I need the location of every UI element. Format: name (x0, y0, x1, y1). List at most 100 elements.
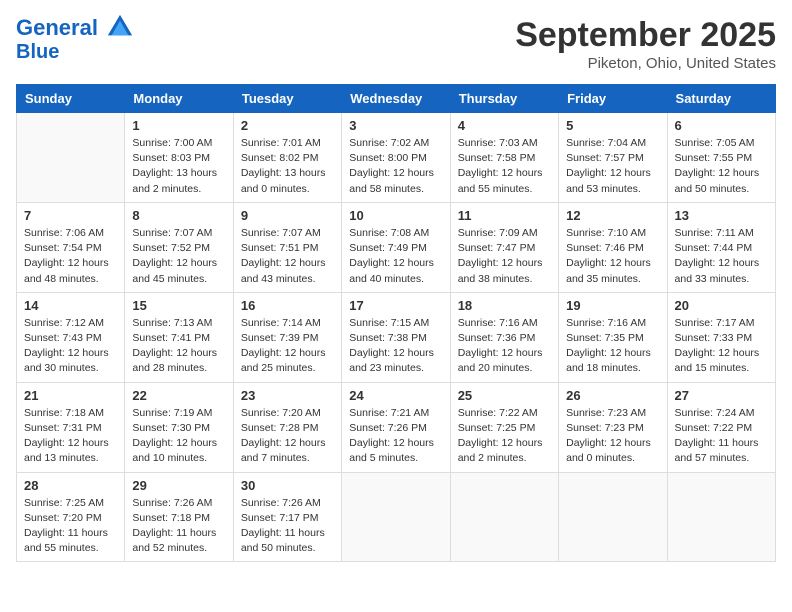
week-row-5: 28 Sunrise: 7:25 AMSunset: 7:20 PMDayligh… (17, 472, 776, 562)
day-number: 10 (349, 208, 442, 223)
day-info: Sunrise: 7:13 AMSunset: 7:41 PMDaylight:… (132, 316, 225, 377)
day-number: 22 (132, 388, 225, 403)
calendar-cell: 30Sunrise: 7:26 AMSunset: 7:17 PMDayligh… (233, 472, 341, 562)
weekday-header-row: SundayMondayTuesdayWednesdayThursdayFrid… (17, 85, 776, 113)
day-number: 14 (24, 298, 117, 313)
day-info: Sunrise: 7:01 AMSunset: 8:02 PMDaylight:… (241, 136, 334, 197)
calendar-cell: 28 Sunrise: 7:25 AMSunset: 7:20 PMDayligh… (17, 472, 125, 562)
day-info: Sunrise: 7:21 AMSunset: 7:26 PMDaylight:… (349, 406, 442, 467)
week-row-2: 7 Sunrise: 7:06 AMSunset: 7:54 PMDaylight… (17, 202, 776, 292)
day-info: Sunrise: 7:16 AMSunset: 7:35 PMDaylight:… (566, 316, 659, 377)
day-number: 3 (349, 118, 442, 133)
day-number: 1 (132, 118, 225, 133)
day-info: Sunrise: 7:19 AMSunset: 7:30 PMDaylight:… (132, 406, 225, 467)
day-number: 16 (241, 298, 334, 313)
calendar-cell: 25 Sunrise: 7:22 AMSunset: 7:25 PMDayligh… (450, 382, 558, 472)
day-number: 25 (458, 388, 551, 403)
calendar-cell: 11 Sunrise: 7:09 AMSunset: 7:47 PMDayligh… (450, 202, 558, 292)
calendar: SundayMondayTuesdayWednesdayThursdayFrid… (16, 84, 776, 562)
calendar-cell: 1 Sunrise: 7:00 AMSunset: 8:03 PMDaylight… (125, 113, 233, 203)
week-row-4: 21 Sunrise: 7:18 AMSunset: 7:31 PMDayligh… (17, 382, 776, 472)
day-number: 9 (241, 208, 334, 223)
calendar-cell: 23 Sunrise: 7:20 AMSunset: 7:28 PMDayligh… (233, 382, 341, 472)
calendar-cell (667, 472, 775, 562)
day-info: Sunrise: 7:03 AMSunset: 7:58 PMDaylight:… (458, 136, 551, 197)
day-number: 8 (132, 208, 225, 223)
day-number: 29 (132, 478, 225, 493)
calendar-cell: 17 Sunrise: 7:15 AMSunset: 7:38 PMDayligh… (342, 292, 450, 382)
month-title: September 2025 (515, 16, 776, 55)
day-info: Sunrise: 7:15 AMSunset: 7:38 PMDaylight:… (349, 316, 442, 377)
day-info: Sunrise: 7:18 AMSunset: 7:31 PMDaylight:… (24, 406, 117, 467)
day-info: Sunrise: 7:09 AMSunset: 7:47 PMDaylight:… (458, 226, 551, 287)
weekday-header-saturday: Saturday (667, 85, 775, 113)
day-number: 27 (675, 388, 768, 403)
day-info: Sunrise: 7:17 AMSunset: 7:33 PMDaylight:… (675, 316, 768, 377)
weekday-header-tuesday: Tuesday (233, 85, 341, 113)
day-info: Sunrise: 7:02 AMSunset: 8:00 PMDaylight:… (349, 136, 442, 197)
day-info: Sunrise: 7:10 AMSunset: 7:46 PMDaylight:… (566, 226, 659, 287)
calendar-cell (342, 472, 450, 562)
day-info: Sunrise: 7:06 AMSunset: 7:54 PMDaylight:… (24, 226, 117, 287)
week-row-3: 14 Sunrise: 7:12 AMSunset: 7:43 PMDayligh… (17, 292, 776, 382)
day-number: 7 (24, 208, 117, 223)
week-row-1: 1 Sunrise: 7:00 AMSunset: 8:03 PMDaylight… (17, 113, 776, 203)
calendar-cell: 21 Sunrise: 7:18 AMSunset: 7:31 PMDayligh… (17, 382, 125, 472)
day-info: Sunrise: 7:07 AMSunset: 7:51 PMDaylight:… (241, 226, 334, 287)
day-number: 21 (24, 388, 117, 403)
calendar-cell: 4 Sunrise: 7:03 AMSunset: 7:58 PMDaylight… (450, 113, 558, 203)
day-info: Sunrise: 7:14 AMSunset: 7:39 PMDaylight:… (241, 316, 334, 377)
day-number: 11 (458, 208, 551, 223)
day-info: Sunrise: 7:26 AMSunset: 7:18 PMDaylight:… (132, 496, 225, 557)
day-info: Sunrise: 7:26 AMSunset: 7:17 PMDaylight:… (241, 496, 334, 557)
day-info: Sunrise: 7:25 AMSunset: 7:20 PMDaylight:… (24, 496, 117, 557)
day-number: 15 (132, 298, 225, 313)
location: Piketon, Ohio, United States (515, 55, 776, 72)
day-number: 19 (566, 298, 659, 313)
weekday-header-thursday: Thursday (450, 85, 558, 113)
calendar-cell: 9 Sunrise: 7:07 AMSunset: 7:51 PMDaylight… (233, 202, 341, 292)
day-info: Sunrise: 7:05 AMSunset: 7:55 PMDaylight:… (675, 136, 768, 197)
day-info: Sunrise: 7:23 AMSunset: 7:23 PMDaylight:… (566, 406, 659, 467)
day-info: Sunrise: 7:24 AMSunset: 7:22 PMDaylight:… (675, 406, 768, 467)
logo-text: General (16, 16, 134, 41)
calendar-cell (17, 113, 125, 203)
day-info: Sunrise: 7:12 AMSunset: 7:43 PMDaylight:… (24, 316, 117, 377)
day-number: 24 (349, 388, 442, 403)
day-number: 20 (675, 298, 768, 313)
calendar-cell: 16 Sunrise: 7:14 AMSunset: 7:39 PMDayligh… (233, 292, 341, 382)
calendar-cell: 18Sunrise: 7:16 AMSunset: 7:36 PMDayligh… (450, 292, 558, 382)
calendar-cell: 15 Sunrise: 7:13 AMSunset: 7:41 PMDayligh… (125, 292, 233, 382)
day-number: 4 (458, 118, 551, 133)
day-number: 28 (24, 478, 117, 493)
weekday-header-sunday: Sunday (17, 85, 125, 113)
calendar-cell: 8 Sunrise: 7:07 AMSunset: 7:52 PMDaylight… (125, 202, 233, 292)
calendar-cell: 10 Sunrise: 7:08 AMSunset: 7:49 PMDayligh… (342, 202, 450, 292)
calendar-cell: 19 Sunrise: 7:16 AMSunset: 7:35 PMDayligh… (559, 292, 667, 382)
calendar-cell: 26Sunrise: 7:23 AMSunset: 7:23 PMDayligh… (559, 382, 667, 472)
page-header: General Blue September 2025 Piketon, Ohi… (16, 16, 776, 72)
calendar-cell: 7 Sunrise: 7:06 AMSunset: 7:54 PMDaylight… (17, 202, 125, 292)
day-number: 6 (675, 118, 768, 133)
calendar-cell: 20 Sunrise: 7:17 AMSunset: 7:33 PMDayligh… (667, 292, 775, 382)
title-block: September 2025 Piketon, Ohio, United Sta… (515, 16, 776, 72)
weekday-header-friday: Friday (559, 85, 667, 113)
day-info: Sunrise: 7:00 AMSunset: 8:03 PMDaylight:… (132, 136, 225, 197)
calendar-cell: 14 Sunrise: 7:12 AMSunset: 7:43 PMDayligh… (17, 292, 125, 382)
calendar-cell: 13Sunrise: 7:11 AMSunset: 7:44 PMDayligh… (667, 202, 775, 292)
day-number: 13 (675, 208, 768, 223)
day-info: Sunrise: 7:22 AMSunset: 7:25 PMDaylight:… (458, 406, 551, 467)
weekday-header-monday: Monday (125, 85, 233, 113)
weekday-header-wednesday: Wednesday (342, 85, 450, 113)
day-number: 2 (241, 118, 334, 133)
calendar-cell: 29 Sunrise: 7:26 AMSunset: 7:18 PMDayligh… (125, 472, 233, 562)
day-info: Sunrise: 7:08 AMSunset: 7:49 PMDaylight:… (349, 226, 442, 287)
day-number: 17 (349, 298, 442, 313)
day-info: Sunrise: 7:07 AMSunset: 7:52 PMDaylight:… (132, 226, 225, 287)
calendar-cell: 24 Sunrise: 7:21 AMSunset: 7:26 PMDayligh… (342, 382, 450, 472)
calendar-cell: 2 Sunrise: 7:01 AMSunset: 8:02 PMDaylight… (233, 113, 341, 203)
day-info: Sunrise: 7:20 AMSunset: 7:28 PMDaylight:… (241, 406, 334, 467)
day-number: 18 (458, 298, 551, 313)
day-number: 23 (241, 388, 334, 403)
calendar-cell: 5Sunrise: 7:04 AMSunset: 7:57 PMDaylight… (559, 113, 667, 203)
